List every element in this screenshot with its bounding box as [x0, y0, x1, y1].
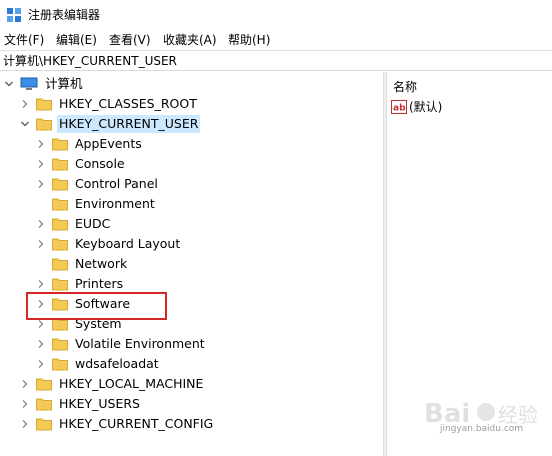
tree-label: HKEY_CLASSES_ROOT — [59, 96, 197, 111]
address-path[interactable]: 计算机\HKEY_CURRENT_USER — [3, 53, 177, 69]
tree-label: wdsafeloadat — [75, 356, 159, 371]
tree-item-hkey-classes-root[interactable]: HKEY_CLASSES_ROOT — [20, 94, 199, 114]
computer-icon — [20, 77, 38, 90]
tree-label: Printers — [75, 276, 124, 291]
folder-icon — [52, 338, 68, 351]
folder-icon — [52, 218, 68, 231]
string-value-icon: ab — [391, 99, 407, 114]
menu-edit[interactable]: 编辑(E) — [56, 32, 97, 48]
chevron-right-icon[interactable] — [36, 239, 46, 249]
tree-label: HKEY_CURRENT_USER — [57, 115, 201, 133]
tree-label: HKEY_CURRENT_CONFIG — [59, 416, 214, 431]
chevron-right-icon[interactable] — [36, 339, 46, 349]
folder-icon — [52, 158, 68, 171]
address-bar[interactable]: 计算机\HKEY_CURRENT_USER — [0, 50, 552, 71]
column-header-name[interactable]: 名称 — [393, 78, 417, 95]
menu-file[interactable]: 文件(F) — [4, 32, 44, 48]
folder-icon — [52, 358, 68, 371]
chevron-right-icon[interactable] — [36, 179, 46, 189]
chevron-right-icon[interactable] — [20, 419, 30, 429]
folder-open-icon — [36, 118, 52, 131]
tree-item-console[interactable]: Console — [36, 154, 127, 174]
tree-label: Volatile Environment — [75, 336, 205, 351]
tree-item-network[interactable]: Network — [36, 254, 129, 274]
tree-label: Network — [75, 256, 128, 271]
tree-label: HKEY_USERS — [59, 396, 140, 411]
tree-item-wdsafeloadat[interactable]: wdsafeloadat — [36, 354, 161, 374]
chevron-right-icon[interactable] — [36, 319, 46, 329]
tree-item-hkey-current-config[interactable]: HKEY_CURRENT_CONFIG — [20, 414, 215, 434]
folder-icon — [36, 418, 52, 431]
chevron-right-icon[interactable] — [20, 399, 30, 409]
value-name: (默认) — [409, 100, 443, 114]
chevron-right-icon[interactable] — [36, 219, 46, 229]
tree-item-control-panel[interactable]: Control Panel — [36, 174, 160, 194]
folder-icon — [52, 278, 68, 291]
folder-icon — [36, 398, 52, 411]
tree-label: Control Panel — [75, 176, 158, 191]
chevron-right-icon[interactable] — [36, 279, 46, 289]
menu-view[interactable]: 查看(V) — [109, 32, 151, 48]
chevron-down-icon[interactable] — [20, 119, 30, 129]
folder-icon — [36, 98, 52, 111]
folder-icon — [52, 178, 68, 191]
tree-item-eudc[interactable]: EUDC — [36, 214, 112, 234]
registry-editor-icon — [7, 8, 21, 22]
tree-label: Console — [75, 156, 125, 171]
tree-label: AppEvents — [75, 136, 142, 151]
tree-item-environment[interactable]: Environment — [36, 194, 157, 214]
tree-item-printers[interactable]: Printers — [36, 274, 125, 294]
window-title: 注册表编辑器 — [28, 8, 101, 22]
tree-item-hkey-local-machine[interactable]: HKEY_LOCAL_MACHINE — [20, 374, 205, 394]
value-row-default[interactable]: ab (默认) — [391, 98, 442, 115]
tree-item-hkey-users[interactable]: HKEY_USERS — [20, 394, 142, 414]
folder-icon — [36, 378, 52, 391]
tree-label: EUDC — [75, 216, 111, 231]
folder-icon — [52, 238, 68, 251]
chevron-right-icon[interactable] — [20, 99, 30, 109]
chevron-down-icon[interactable] — [4, 79, 14, 89]
folder-icon — [52, 138, 68, 151]
tree-label: HKEY_LOCAL_MACHINE — [59, 376, 204, 391]
tree-item-computer[interactable]: 计算机 — [4, 74, 85, 94]
tree-label: 计算机 — [45, 76, 83, 91]
menu-help[interactable]: 帮助(H) — [228, 32, 270, 48]
menu-bar: 文件(F) 编辑(E) 查看(V) 收藏夹(A) 帮助(H) — [0, 30, 552, 50]
chevron-right-icon[interactable] — [36, 159, 46, 169]
menu-favorites[interactable]: 收藏夹(A) — [163, 32, 217, 48]
title-bar: 注册表编辑器 — [0, 0, 552, 30]
tree-label: Environment — [75, 196, 155, 211]
tree-label: Keyboard Layout — [75, 236, 181, 251]
tree-item-keyboard-layout[interactable]: Keyboard Layout — [36, 234, 182, 254]
tree-item-volatile-environment[interactable]: Volatile Environment — [36, 334, 207, 354]
watermark-text: jingyan.baidu.com — [440, 424, 524, 434]
chevron-right-icon[interactable] — [20, 379, 30, 389]
svg-text:ab: ab — [393, 103, 406, 113]
tree-item-hkey-current-user[interactable]: HKEY_CURRENT_USER — [20, 114, 201, 134]
folder-icon — [52, 198, 68, 211]
folder-icon — [52, 258, 68, 271]
tree-item-appevents[interactable]: AppEvents — [36, 134, 144, 154]
chevron-right-icon[interactable] — [36, 139, 46, 149]
chevron-right-icon[interactable] — [36, 359, 46, 369]
annotation-highlight-box — [26, 292, 167, 320]
